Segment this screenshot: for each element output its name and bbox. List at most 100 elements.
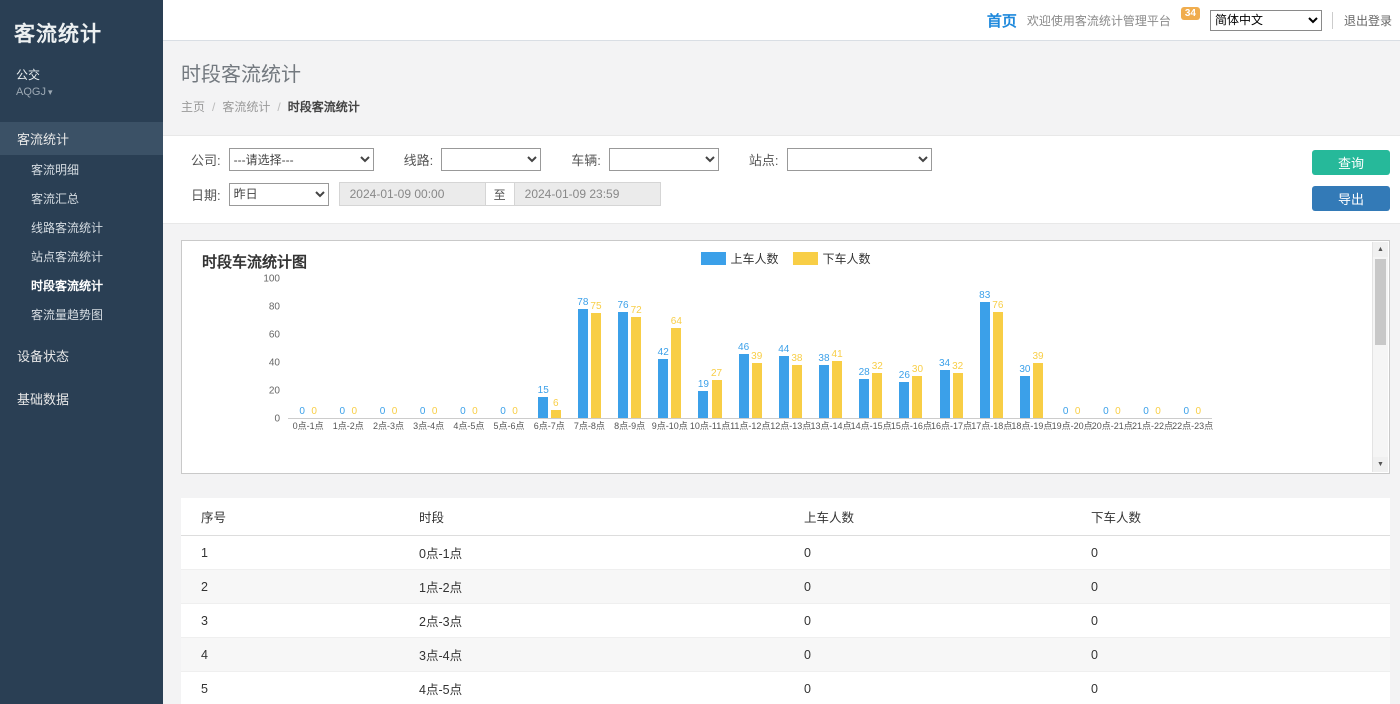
filter-row-date: 日期: 昨日 至 xyxy=(191,182,932,206)
filter-panel: 公司: ---请选择--- 线路: 车辆: 站点: 日期: 昨日 至 xyxy=(163,135,1400,224)
breadcrumb-item: 时段客流统计 xyxy=(288,100,360,114)
chart-category-group: 78757点-8点 xyxy=(569,279,609,433)
bar-pair: 1927 xyxy=(690,279,730,419)
date-preset-select[interactable]: 昨日 xyxy=(229,183,329,206)
bar[interactable] xyxy=(739,354,749,418)
x-axis-label: 5点-6点 xyxy=(489,419,529,433)
bar-value-label: 32 xyxy=(952,361,963,372)
bar-column: 64 xyxy=(671,316,682,418)
scroll-up-icon[interactable]: ▲ xyxy=(1373,242,1388,257)
bar[interactable] xyxy=(618,312,628,418)
bar-value-label: 28 xyxy=(859,367,870,378)
bar[interactable] xyxy=(752,363,762,418)
bar[interactable] xyxy=(953,373,963,418)
sidebar-item[interactable]: 线路客流统计 xyxy=(0,213,163,242)
scrollbar-thumb[interactable] xyxy=(1375,259,1386,345)
legend-swatch xyxy=(793,252,818,265)
bar[interactable] xyxy=(912,376,922,418)
bar-value-label: 27 xyxy=(711,368,722,379)
export-button[interactable]: 导出 xyxy=(1312,186,1390,211)
bar-column: 76 xyxy=(617,300,628,418)
bar-column: 0 xyxy=(1101,406,1111,418)
bar[interactable] xyxy=(993,312,1003,418)
page-head: 时段客流统计 主页/客流统计/时段客流统计 xyxy=(163,41,1400,135)
bar[interactable] xyxy=(1033,363,1043,418)
bar-value-label: 26 xyxy=(899,370,910,381)
chart-category-group: 005点-6点 xyxy=(489,279,529,433)
bar[interactable] xyxy=(779,356,789,418)
scroll-down-icon[interactable]: ▼ xyxy=(1373,457,1388,472)
chart-category-group: 303918点-19点 xyxy=(1011,279,1051,433)
bar[interactable] xyxy=(698,391,708,418)
table-cell: 0 xyxy=(1083,672,1390,704)
sidebar-section-2[interactable]: 基础数据 xyxy=(0,382,163,415)
bar[interactable] xyxy=(832,361,842,418)
bar[interactable] xyxy=(658,359,668,418)
table-row: 10点-1点00 xyxy=(181,536,1390,570)
bar[interactable] xyxy=(671,328,681,418)
vehicle-select[interactable] xyxy=(609,148,719,171)
station-select[interactable] xyxy=(787,148,932,171)
breadcrumb-item[interactable]: 主页 xyxy=(181,100,205,114)
breadcrumb-item[interactable]: 客流统计 xyxy=(222,100,270,114)
sidebar-item[interactable]: 站点客流统计 xyxy=(0,242,163,271)
bar-column: 0 xyxy=(1193,406,1203,418)
bar-pair: 00 xyxy=(288,279,328,419)
sidebar-section-0[interactable]: 客流统计 xyxy=(0,122,163,155)
bar[interactable] xyxy=(980,302,990,418)
bar-value-label: 38 xyxy=(818,353,829,364)
bar[interactable] xyxy=(872,373,882,418)
query-button[interactable]: 查询 xyxy=(1312,150,1390,175)
table-cell: 0 xyxy=(796,638,1083,672)
chart-scrollbar[interactable]: ▲ ▼ xyxy=(1372,242,1388,472)
sidebar-item[interactable]: 客流汇总 xyxy=(0,184,163,213)
bar-column: 0 xyxy=(458,406,468,418)
legend-item[interactable]: 下车人数 xyxy=(793,250,871,267)
table-cell: 5 xyxy=(181,672,411,704)
bar-column: 41 xyxy=(832,349,843,418)
sidebar-item[interactable]: 时段客流统计 xyxy=(0,271,163,300)
bar[interactable] xyxy=(591,313,601,418)
legend-item[interactable]: 上车人数 xyxy=(700,250,778,267)
bar[interactable] xyxy=(631,317,641,418)
bar[interactable] xyxy=(712,380,722,418)
bar-column: 0 xyxy=(1181,406,1191,418)
sidebar-item[interactable]: 客流量趋势图 xyxy=(0,300,163,329)
bar[interactable] xyxy=(899,382,909,418)
bar[interactable] xyxy=(940,370,950,418)
bar-value-label: 0 xyxy=(1115,406,1121,417)
notification-badge[interactable]: 34 xyxy=(1181,7,1200,20)
bar[interactable] xyxy=(859,379,869,418)
table-header-row: 序号时段上车人数下车人数 xyxy=(181,498,1390,536)
bar-column: 38 xyxy=(818,353,829,418)
bar-value-label: 0 xyxy=(299,406,305,417)
sidebar-section-1[interactable]: 设备状态 xyxy=(0,339,163,372)
scrollbar-track[interactable] xyxy=(1373,257,1388,457)
x-axis-label: 20点-21点 xyxy=(1092,419,1132,433)
bar-pair: 00 xyxy=(368,279,408,419)
company-select[interactable]: ---请选择--- xyxy=(229,148,374,171)
x-axis-label: 17点-18点 xyxy=(971,419,1011,433)
bar[interactable] xyxy=(551,410,561,418)
bar-column: 38 xyxy=(791,353,802,418)
x-axis-label: 0点-1点 xyxy=(288,419,328,433)
sidebar-item[interactable]: 客流明细 xyxy=(0,155,163,184)
bar-pair: 2832 xyxy=(851,279,891,419)
x-axis-label: 7点-8点 xyxy=(569,419,609,433)
bar[interactable] xyxy=(792,365,802,418)
language-select[interactable]: 简体中文 xyxy=(1210,10,1322,31)
bar-pair: 4639 xyxy=(730,279,770,419)
bar[interactable] xyxy=(819,365,829,418)
legend-label: 下车人数 xyxy=(823,250,871,267)
date-to-input[interactable] xyxy=(514,182,661,206)
sidebar-account-dropdown[interactable]: AQGJ▾ xyxy=(0,83,163,98)
bar-value-label: 46 xyxy=(738,342,749,353)
date-from-input[interactable] xyxy=(339,182,486,206)
line-select[interactable] xyxy=(441,148,541,171)
bar[interactable] xyxy=(538,397,548,418)
home-link[interactable]: 首页 xyxy=(987,10,1017,31)
bar[interactable] xyxy=(578,309,588,418)
bar[interactable] xyxy=(1020,376,1030,418)
logout-link[interactable]: 退出登录 xyxy=(1332,12,1392,29)
bar-value-label: 19 xyxy=(698,379,709,390)
